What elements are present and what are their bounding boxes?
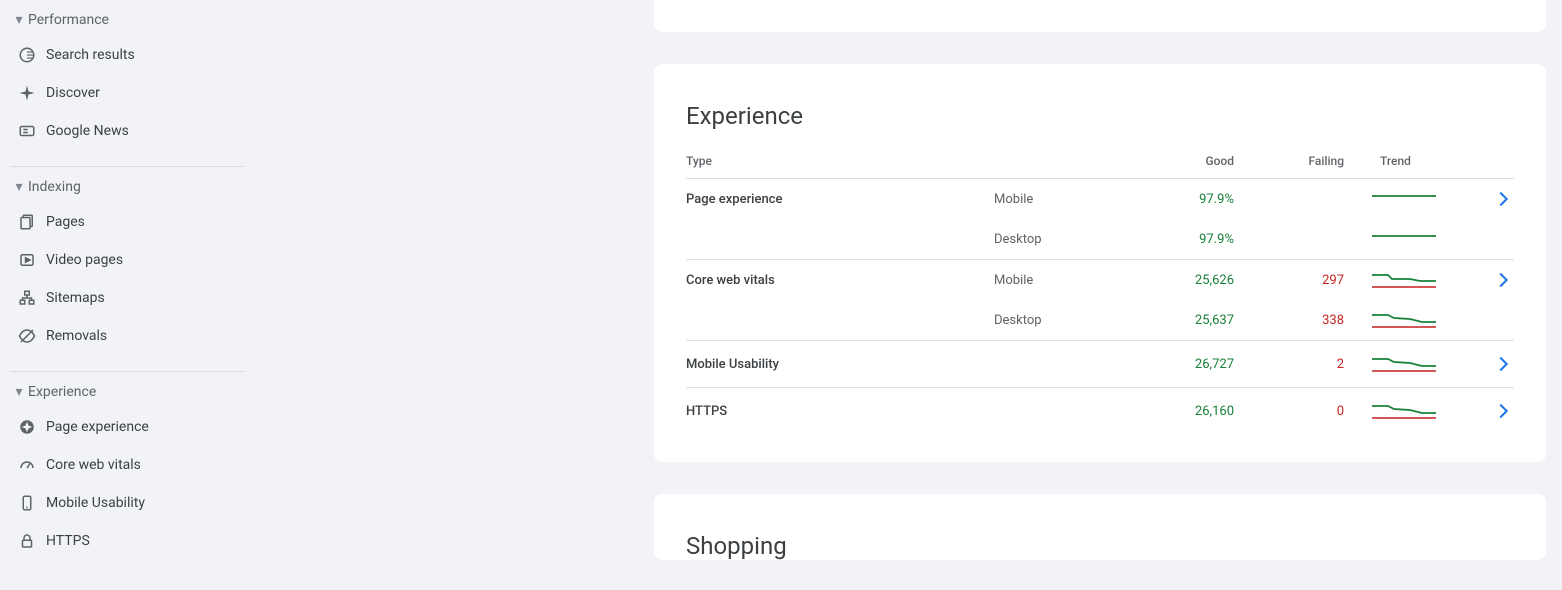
sidebar-item-mobile-usability[interactable]: Mobile Usability: [0, 484, 260, 522]
row-device-label: Mobile: [994, 273, 1124, 288]
nav-section-performance: ▾ Performance Search results Discover Go…: [0, 4, 260, 162]
chevron-down-icon: ▾: [10, 179, 28, 195]
table-row[interactable]: HTTPS 26,160 0: [686, 388, 1514, 434]
sitemaps-icon: [18, 289, 46, 307]
row-failing-value: 2: [1234, 357, 1344, 372]
open-report-arrow[interactable]: [1464, 188, 1514, 210]
table-row[interactable]: Desktop 25,637 338: [686, 300, 1514, 340]
table-row[interactable]: Video page indexing 27 no videos indexed…: [686, 0, 1514, 4]
row-good-value: 25,626: [1124, 273, 1234, 288]
row-device-label: Desktop: [994, 232, 1124, 247]
col-header-failing: Failing: [1234, 154, 1344, 168]
table-row-group: HTTPS 26,160 0: [686, 388, 1514, 434]
pages-icon: [18, 213, 46, 231]
row-good-value: 97.9%: [1124, 232, 1234, 247]
indexing-card-partial: Video page indexing 27 no videos indexed…: [654, 0, 1546, 32]
table-header-row: Type Good Failing Trend: [686, 154, 1514, 179]
page-experience-icon: [18, 418, 46, 436]
sidebar-item-search-results[interactable]: Search results: [0, 36, 260, 74]
video-pages-icon: [18, 251, 46, 269]
removals-icon: [18, 327, 46, 345]
sidebar-item-google-news[interactable]: Google News: [0, 112, 260, 150]
shopping-card: Shopping: [654, 494, 1546, 560]
mobile-icon: [18, 494, 46, 512]
trend-sparkline: [1344, 228, 1464, 250]
sidebar-item-label: Search results: [46, 47, 135, 63]
trend-sparkline: [1344, 353, 1464, 375]
row-device-label: Mobile: [994, 192, 1124, 207]
core-web-vitals-icon: [18, 456, 46, 474]
row-failing-value: 297: [1234, 273, 1344, 288]
nav-section-label: Experience: [28, 384, 96, 400]
sidebar-item-removals[interactable]: Removals: [0, 317, 260, 355]
nav-section-header-experience[interactable]: ▾ Experience: [0, 376, 260, 408]
card-title: Shopping: [686, 532, 1514, 560]
trend-sparkline: [1344, 188, 1464, 210]
nav-divider: [10, 166, 244, 167]
trend-sparkline: [1344, 269, 1464, 291]
col-header-type: Type: [686, 154, 994, 168]
lock-icon: [18, 532, 46, 550]
sidebar-item-label: Google News: [46, 123, 129, 139]
nav-section-label: Performance: [28, 12, 109, 28]
sidebar-item-label: Page experience: [46, 419, 149, 435]
row-good-value: 25,637: [1124, 313, 1234, 328]
main-content: Video page indexing 27 no videos indexed…: [260, 0, 1562, 590]
open-report-arrow[interactable]: [1464, 353, 1514, 375]
sidebar-item-video-pages[interactable]: Video pages: [0, 241, 260, 279]
sidebar-item-label: Sitemaps: [46, 290, 105, 306]
sidebar-item-sitemaps[interactable]: Sitemaps: [0, 279, 260, 317]
row-type-label: Page experience: [686, 192, 994, 207]
sidebar-item-label: Pages: [46, 214, 85, 230]
sidebar-item-label: Video pages: [46, 252, 123, 268]
nav-divider: [10, 371, 244, 372]
google-g-icon: [18, 46, 46, 64]
col-header-good: Good: [1124, 154, 1234, 168]
nav-section-label: Indexing: [28, 179, 81, 195]
nav-section-experience: ▾ Experience Page experience Core web vi…: [0, 376, 260, 572]
sidebar-item-label: HTTPS: [46, 533, 90, 549]
trend-sparkline: [1344, 309, 1464, 331]
open-report-arrow[interactable]: [1464, 400, 1514, 422]
row-good-value: 26,727: [1124, 357, 1234, 372]
sidebar-item-label: Core web vitals: [46, 457, 141, 473]
sidebar: ▾ Performance Search results Discover Go…: [0, 0, 260, 590]
open-report-arrow[interactable]: [1464, 269, 1514, 291]
trend-sparkline: [1344, 400, 1464, 422]
sidebar-item-label: Removals: [46, 328, 107, 344]
nav-section-header-indexing[interactable]: ▾ Indexing: [0, 171, 260, 203]
chevron-down-icon: ▾: [10, 12, 28, 28]
card-title: Experience: [686, 102, 1514, 130]
row-good-value: 26,160: [1124, 404, 1234, 419]
sidebar-item-core-web-vitals[interactable]: Core web vitals: [0, 446, 260, 484]
sidebar-item-label: Discover: [46, 85, 100, 101]
chevron-down-icon: ▾: [10, 384, 28, 400]
sidebar-item-discover[interactable]: Discover: [0, 74, 260, 112]
row-device-label: Desktop: [994, 313, 1124, 328]
row-good-value: 97.9%: [1124, 192, 1234, 207]
table-row-group: Page experience Mobile 97.9% Desktop 97.…: [686, 179, 1514, 260]
nav-section-indexing: ▾ Indexing Pages Video pages Sitemaps: [0, 171, 260, 367]
discover-icon: [18, 84, 46, 102]
row-type-label: Mobile Usability: [686, 357, 994, 372]
table-row[interactable]: Mobile Usability 26,727 2: [686, 341, 1514, 387]
experience-card: Experience Type Good Failing Trend Page …: [654, 64, 1546, 462]
news-icon: [18, 122, 46, 140]
sidebar-item-label: Mobile Usability: [46, 495, 145, 511]
table-row[interactable]: Core web vitals Mobile 25,626 297: [686, 260, 1514, 300]
sidebar-item-https[interactable]: HTTPS: [0, 522, 260, 560]
col-header-trend: Trend: [1344, 154, 1464, 168]
nav-section-header-performance[interactable]: ▾ Performance: [0, 4, 260, 36]
table-row[interactable]: Page experience Mobile 97.9%: [686, 179, 1514, 219]
sidebar-item-page-experience[interactable]: Page experience: [0, 408, 260, 446]
table-row-group: Core web vitals Mobile 25,626 297 Deskto…: [686, 260, 1514, 341]
sidebar-item-pages[interactable]: Pages: [0, 203, 260, 241]
row-failing-value: 0: [1234, 404, 1344, 419]
table-row[interactable]: Desktop 97.9%: [686, 219, 1514, 259]
row-failing-value: 338: [1234, 313, 1344, 328]
row-type-label: Core web vitals: [686, 273, 994, 288]
table-row-group: Mobile Usability 26,727 2: [686, 341, 1514, 388]
row-type-label: HTTPS: [686, 404, 994, 419]
